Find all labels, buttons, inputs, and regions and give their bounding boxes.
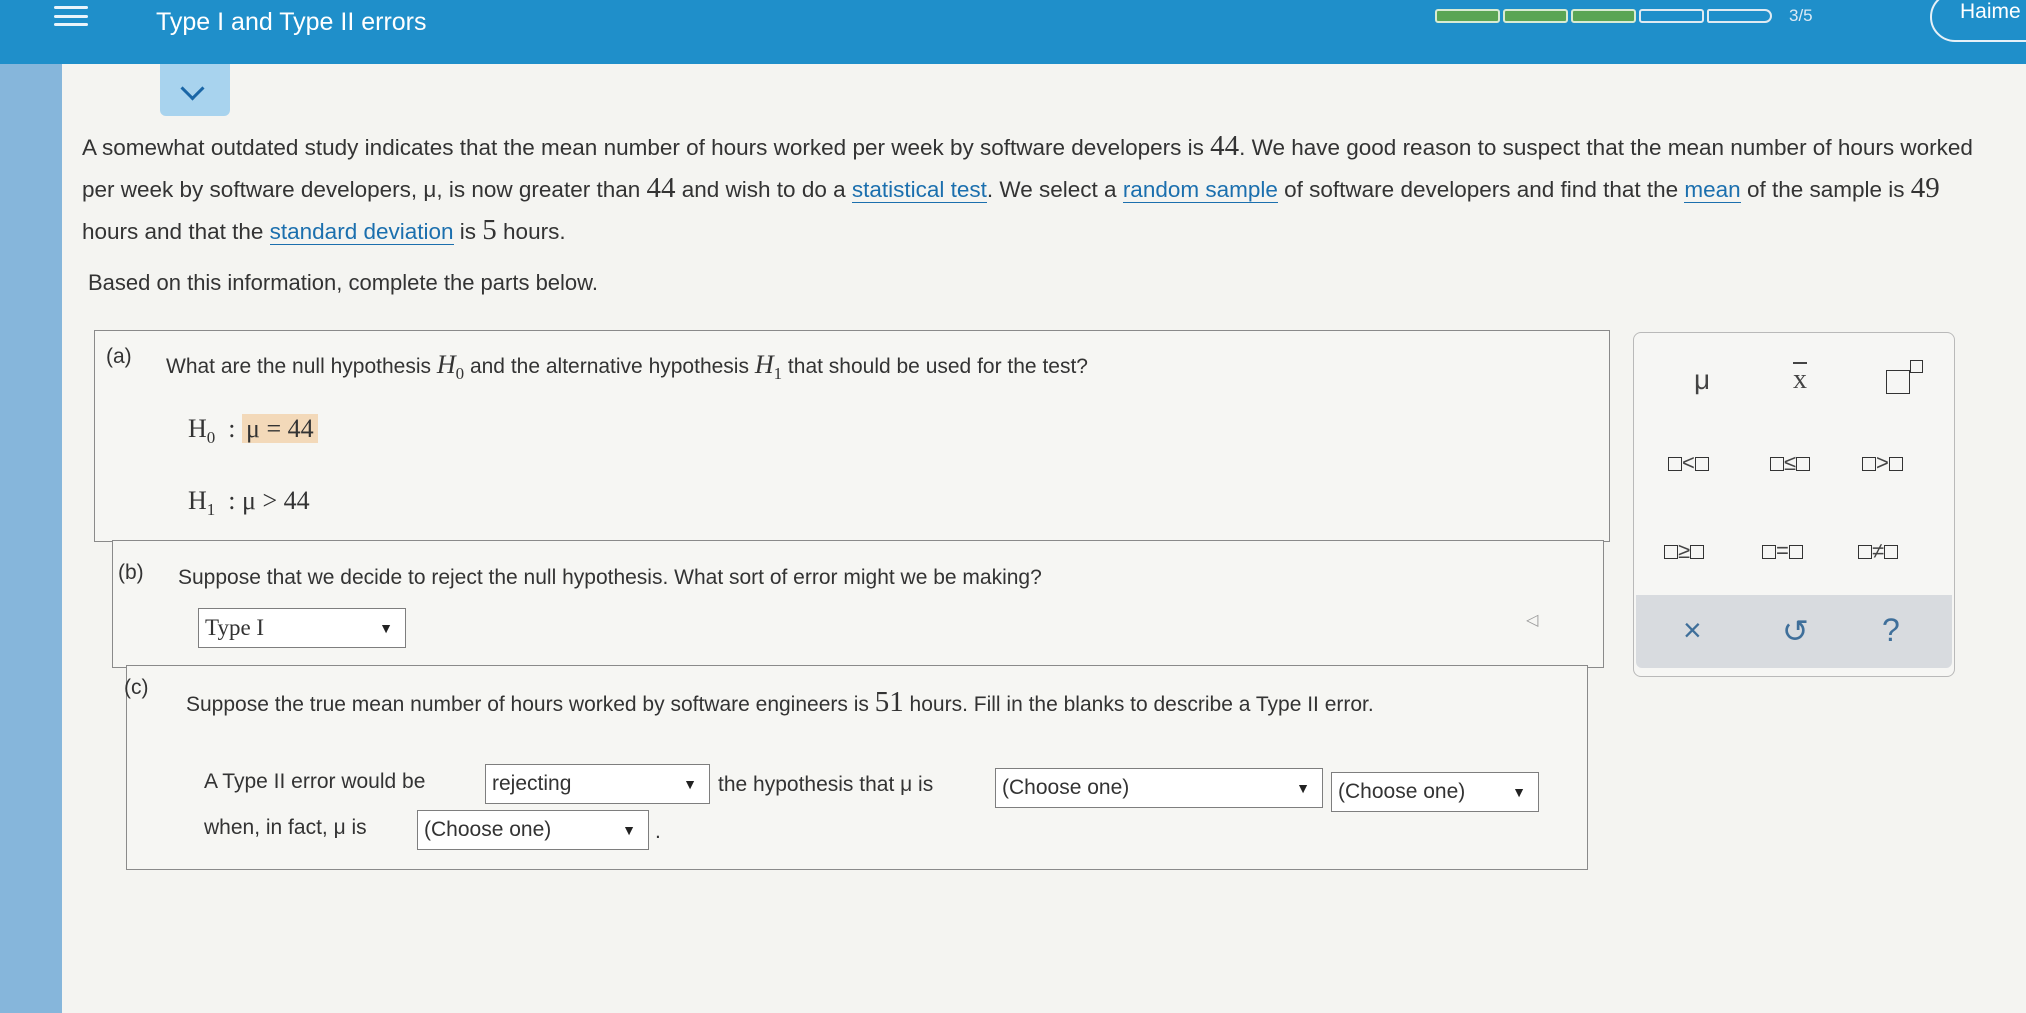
sample-mean-value: 49 xyxy=(1910,172,1940,204)
hours-value: 44 xyxy=(1210,130,1240,162)
superscript-square-icon[interactable] xyxy=(1886,370,1910,394)
progress-segment xyxy=(1435,9,1500,23)
caret-down-icon: ▼ xyxy=(1296,780,1310,796)
progress-bar xyxy=(1435,9,1772,23)
progress-segment xyxy=(1571,9,1636,23)
null-hypothesis-row: H0 : μ = 44 xyxy=(188,414,318,448)
not-equal-button[interactable]: ≠ xyxy=(1858,538,1899,564)
alt-hypothesis-row: H1 : μ > 44 xyxy=(188,486,310,519)
value-dropdown[interactable]: (Choose one) ▼ xyxy=(1331,772,1539,812)
instructions: Based on this information, complete the … xyxy=(88,270,598,295)
menu-icon[interactable] xyxy=(54,6,88,26)
null-hypothesis-input[interactable]: μ = 44 xyxy=(242,414,318,443)
part-b-label: (b) xyxy=(118,561,144,584)
top-bar: Type I and Type II errors 3/5 Haime xyxy=(0,0,2026,64)
hours-value: 44 xyxy=(646,172,676,204)
superscript-small-square-icon xyxy=(1910,360,1923,373)
comparison-dropdown[interactable]: (Choose one) ▼ xyxy=(995,768,1323,808)
greater-equal-button[interactable]: ≥ xyxy=(1664,538,1705,564)
error-type-dropdown[interactable]: Type I ▼ xyxy=(198,608,406,648)
greater-than-button[interactable]: > xyxy=(1862,450,1903,476)
part-b-question: Suppose that we decide to reject the nul… xyxy=(178,566,1042,589)
true-mean-value: 51 xyxy=(874,686,904,718)
caret-down-icon: ▼ xyxy=(622,822,636,838)
mu-symbol-button[interactable]: μ xyxy=(1694,364,1710,396)
collapse-toggle[interactable] xyxy=(160,64,230,116)
less-than-button[interactable]: < xyxy=(1668,450,1709,476)
part-a-question: What are the null hypothesis H0 and the … xyxy=(166,350,1088,383)
progress-segment xyxy=(1639,9,1704,23)
progress-segment xyxy=(1503,9,1568,23)
link-statistical-test[interactable]: statistical test xyxy=(851,177,987,203)
part-a-label: (a) xyxy=(106,345,132,368)
user-name: Haime xyxy=(1960,0,2021,23)
part-c-label: (c) xyxy=(124,676,149,699)
clear-icon[interactable]: × xyxy=(1683,612,1702,649)
cursor-icon: ◁ xyxy=(1526,612,1539,629)
std-dev-value: 5 xyxy=(482,214,497,246)
part-c-sentence-1: A Type II error would be xyxy=(204,770,426,793)
topic-title: Type I and Type II errors xyxy=(156,8,427,36)
less-equal-button[interactable]: ≤ xyxy=(1770,450,1811,476)
part-b-box xyxy=(112,540,1604,668)
xbar-symbol-button[interactable]: x xyxy=(1793,364,1807,396)
part-c-sentence-2: the hypothesis that μ is xyxy=(718,773,934,796)
caret-down-icon: ▼ xyxy=(1512,784,1526,800)
caret-down-icon: ▼ xyxy=(379,620,393,636)
caret-down-icon: ▼ xyxy=(683,776,697,792)
chevron-down-icon xyxy=(180,76,205,101)
problem-statement: A somewhat outdated study indicates that… xyxy=(82,130,1973,246)
true-mean-dropdown[interactable]: (Choose one) ▼ xyxy=(417,810,649,850)
progress-segment xyxy=(1707,9,1772,23)
progress-count: 3/5 xyxy=(1789,6,1813,25)
left-rail xyxy=(0,64,62,1013)
alt-hypothesis-input[interactable]: μ > 44 xyxy=(242,486,310,515)
undo-icon[interactable]: ↺ xyxy=(1782,612,1809,650)
link-random-sample[interactable]: random sample xyxy=(1122,177,1278,203)
link-mean[interactable]: mean xyxy=(1684,177,1741,203)
equals-button[interactable]: = xyxy=(1762,538,1803,564)
action-dropdown[interactable]: rejecting ▼ xyxy=(485,764,710,804)
part-c-period: . xyxy=(655,820,661,843)
part-c-sentence-3: when, in fact, μ is xyxy=(204,816,367,839)
link-standard-deviation[interactable]: standard deviation xyxy=(269,219,454,245)
help-icon[interactable]: ? xyxy=(1882,612,1900,649)
part-c-question: Suppose the true mean number of hours wo… xyxy=(186,686,1374,718)
